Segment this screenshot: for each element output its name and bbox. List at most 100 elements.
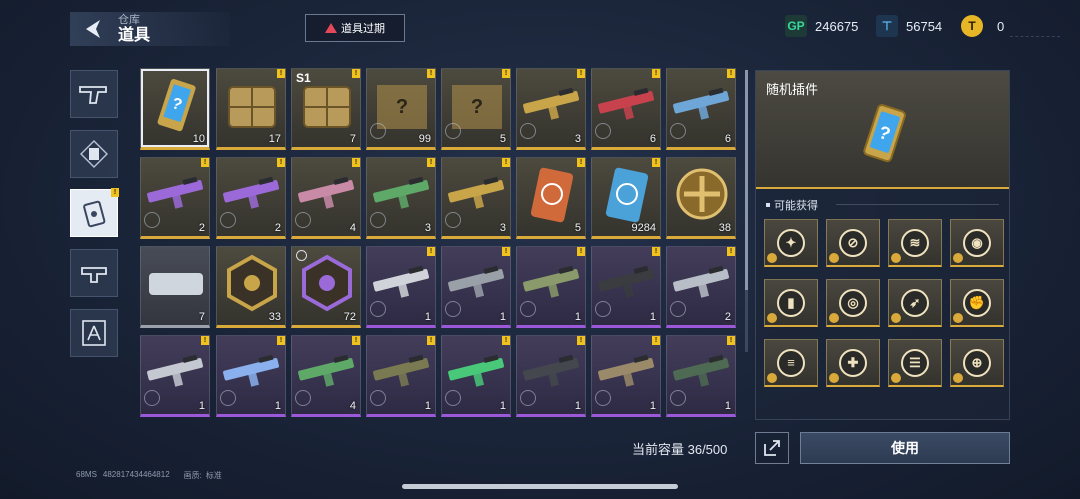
rarity-dot-icon [767, 253, 777, 263]
home-indicator[interactable] [402, 484, 678, 489]
bullet-icon [766, 203, 770, 207]
scrollbar-thumb[interactable] [745, 70, 748, 290]
use-button[interactable]: 使用 [800, 432, 1010, 464]
quality-value: 标准 [205, 471, 222, 480]
item-quantity: 6 [724, 133, 731, 145]
inventory-slot[interactable]: ! 1 [366, 246, 436, 328]
reward-slot[interactable]: ≡ [764, 339, 818, 387]
scope-plugin-icon: ⊘ [839, 228, 867, 257]
tab-attachments[interactable] [70, 249, 118, 297]
inventory-slot[interactable]: ! 3 [516, 68, 586, 150]
svg-text:?: ? [396, 96, 408, 118]
inventory-slot[interactable]: ! 5 [516, 157, 586, 239]
inventory-slot[interactable]: ! 2 [140, 157, 210, 239]
reward-slot[interactable]: ⊘ [826, 219, 880, 267]
new-badge: ! [427, 247, 435, 256]
inventory-slot[interactable]: 72 [291, 246, 361, 328]
reward-slot[interactable]: ◎ [826, 279, 880, 327]
inventory-slot[interactable]: ?! 99 [366, 68, 436, 150]
inventory-slot[interactable]: ! 1 [516, 246, 586, 328]
inventory-slot[interactable]: ! 1 [591, 335, 661, 417]
inventory-slot[interactable]: S1! 7 [291, 68, 361, 150]
inventory-slot[interactable]: 38 [666, 157, 736, 239]
gold-hex-emblem-icon [227, 254, 277, 312]
reward-slot[interactable]: ⊕ [950, 339, 1004, 387]
item-quantity: 1 [499, 311, 506, 323]
inventory-slot[interactable]: ! 1 [441, 246, 511, 328]
item-quantity: 2 [198, 222, 205, 234]
item-quantity: 1 [424, 311, 431, 323]
inventory-slot[interactable]: ! 3 [441, 157, 511, 239]
item-quantity: 1 [499, 400, 506, 412]
back-button[interactable]: 仓库 道具 [70, 12, 230, 46]
aim-plugin-icon: ⊕ [963, 348, 991, 377]
timer-icon [295, 390, 311, 406]
timer-icon [295, 212, 311, 228]
tab-weapons[interactable] [70, 70, 118, 118]
new-badge: ! [502, 336, 510, 345]
item-grid: ? 10! 17 S1! 7?! 99?! 5 ! 3 ! 6 ! 6 ! 2 ! 2 ! 4 ! 3 [140, 68, 740, 420]
timer-icon [670, 301, 686, 317]
red-badge-card-icon [530, 167, 574, 223]
item-quantity: 38 [718, 222, 731, 234]
item-quantity: 7 [349, 133, 356, 145]
inventory-slot[interactable]: ! 2 [666, 246, 736, 328]
new-badge: ! [201, 158, 209, 167]
gp-icon: GP [785, 15, 807, 37]
reward-slot[interactable]: ☰ [888, 339, 942, 387]
season-tag: S1 [296, 71, 311, 85]
inventory-slot[interactable]: ! 6 [666, 68, 736, 150]
inventory-slot[interactable]: ! 4 [291, 157, 361, 239]
rarity-dot-icon [767, 373, 777, 383]
tab-cards[interactable] [70, 130, 118, 178]
inventory-slot[interactable]: ! 1 [366, 335, 436, 417]
inventory-slot[interactable]: ! 1 [216, 335, 286, 417]
item-quantity: 72 [343, 311, 356, 323]
reward-slot[interactable]: ➶ [888, 279, 942, 327]
new-badge: ! [352, 69, 360, 78]
inventory-slot[interactable]: ! 4 [291, 335, 361, 417]
inventory-slot[interactable]: 7 [140, 246, 210, 328]
inventory-slot[interactable]: ?! 5 [441, 68, 511, 150]
back-arrow-icon [86, 20, 100, 38]
inventory-slot[interactable]: ! 1 [441, 335, 511, 417]
item-quantity: 1 [274, 400, 281, 412]
reward-slot[interactable]: ✚ [826, 339, 880, 387]
rarity-dot-icon [891, 373, 901, 383]
expired-items-button[interactable]: 道具过期 [305, 14, 405, 42]
inventory-slot[interactable]: ! 3 [366, 157, 436, 239]
may-obtain-label: 可能获得 [774, 200, 818, 212]
inventory-slot[interactable]: 33 [216, 246, 286, 328]
reward-slot[interactable]: ▮ [764, 279, 818, 327]
timer-icon [670, 123, 686, 139]
rarity-dot-icon [829, 253, 839, 263]
gold-coin-icon: T [961, 15, 983, 37]
tab-plugins[interactable]: ! [70, 188, 119, 237]
item-preview: 随机插件 ? [756, 71, 1009, 189]
item-detail-panel: 随机插件 ? 可能获得 ✦ ⊘ ≋ ◉ ▮ ◎ ➶ ✊ ≡ ✚ ☰ ⊕ [755, 70, 1010, 420]
grid-scrollbar[interactable] [745, 70, 748, 352]
inventory-slot[interactable]: ! 1 [666, 335, 736, 417]
inventory-slot[interactable]: ! 1 [140, 335, 210, 417]
share-button[interactable] [755, 432, 789, 464]
gold-value: 0 [997, 18, 1005, 34]
inventory-slot[interactable]: ! 1 [516, 335, 586, 417]
reward-slot[interactable]: ≋ [888, 219, 942, 267]
capacity-text: 当前容量 36/500 [632, 442, 728, 457]
inventory-slot[interactable]: ! 1 [591, 246, 661, 328]
reward-slot[interactable]: ◉ [950, 219, 1004, 267]
inventory-slot[interactable]: ! 17 [216, 68, 286, 150]
new-badge: ! [577, 336, 585, 345]
reward-slot[interactable]: ✦ [764, 219, 818, 267]
inventory-slot[interactable]: ! 6 [591, 68, 661, 150]
inventory-slot[interactable]: ? 10 [140, 68, 210, 150]
inventory-slot[interactable]: ! 9284 [591, 157, 661, 239]
inventory-slot[interactable]: ! 2 [216, 157, 286, 239]
reward-slot[interactable]: ✊ [950, 279, 1004, 327]
new-badge: ! [502, 247, 510, 256]
item-quantity: 1 [424, 400, 431, 412]
svg-text:?: ? [471, 96, 483, 118]
timer-icon [220, 390, 236, 406]
ticket-value: 56754 [906, 18, 943, 34]
tab-blueprints[interactable] [70, 309, 118, 357]
